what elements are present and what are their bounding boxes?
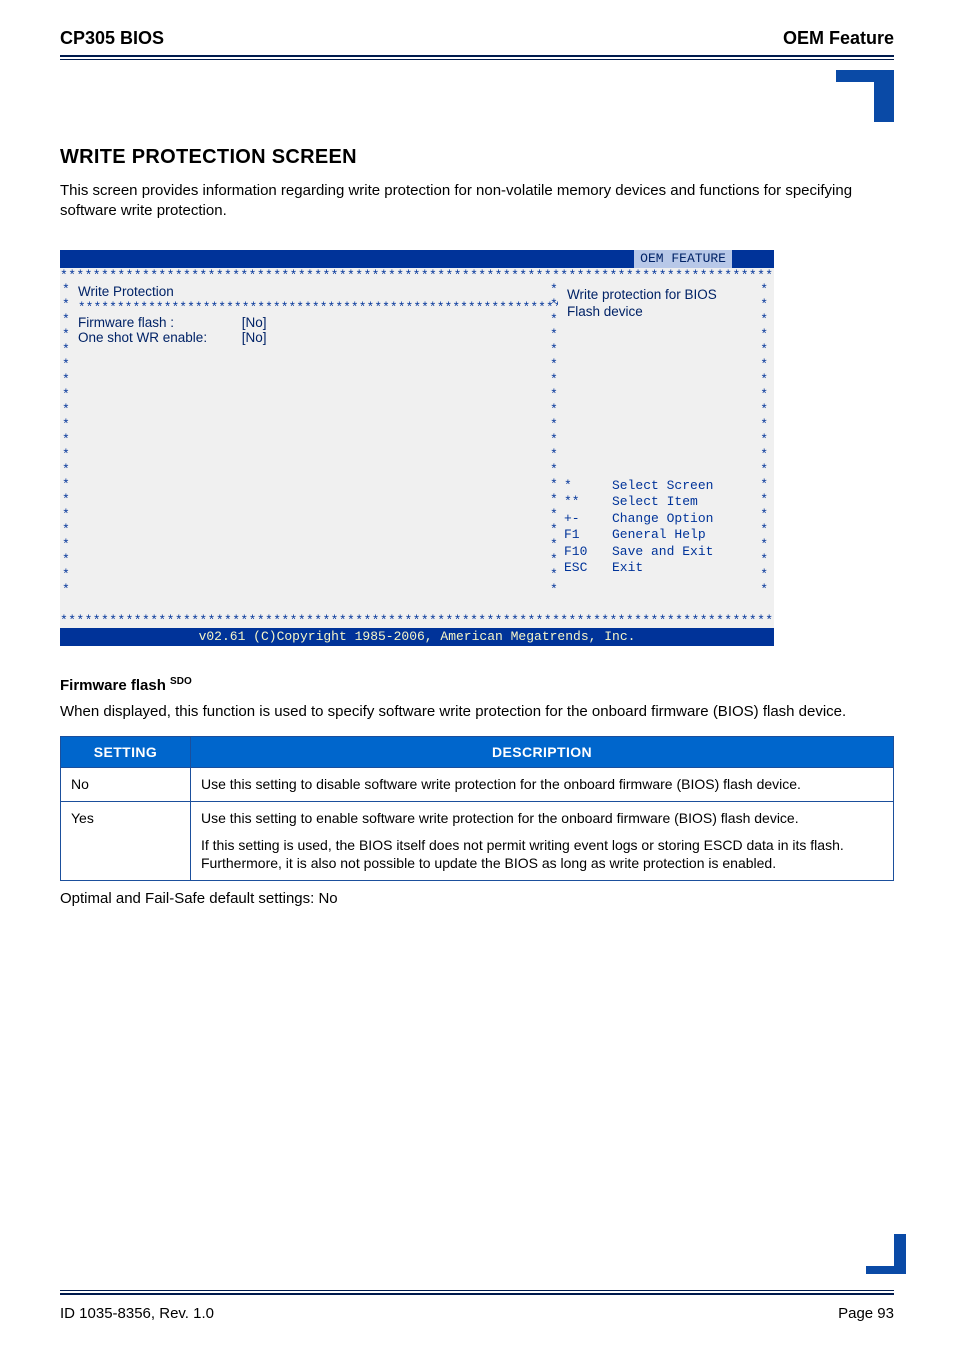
description-cell: Use this setting to disable software wri… (191, 767, 894, 801)
bios-border-right: * * * * * * * * * * * * * * * * * * * * … (760, 282, 768, 597)
table-row: Yes Use this setting to enable software … (61, 801, 894, 881)
bios-border-left: * * * * * * * * * * * * * * * * * * * * … (62, 282, 70, 597)
bios-panel-title: Write Protection (78, 284, 558, 299)
bios-setting-value: [No] (242, 330, 267, 345)
bios-setting-label: One shot WR enable: (78, 330, 238, 345)
header-right: OEM Feature (783, 28, 894, 49)
setting-cell: No (61, 767, 191, 801)
table-header-description: DESCRIPTION (191, 736, 894, 767)
defaults-note: Optimal and Fail-Safe default settings: … (60, 889, 894, 909)
footer-page-number: Page 93 (838, 1305, 894, 1322)
description-cell: Use this setting to enable software writ… (191, 801, 894, 881)
section-title: WRITE PROTECTION SCREEN (60, 146, 894, 169)
bios-titlebar-label: OEM FEATURE (632, 250, 732, 268)
section-intro: This screen provides information regardi… (60, 181, 894, 222)
table-row: No Use this setting to disable software … (61, 767, 894, 801)
bios-screenshot: OEM FEATURE ****************************… (60, 250, 774, 646)
table-header-setting: SETTING (61, 736, 191, 767)
header-left: CP305 BIOS (60, 28, 164, 49)
subsection-sup: SDO (170, 676, 192, 687)
subsection-title: Firmware flash (60, 677, 166, 694)
footer-doc-id: ID 1035-8356, Rev. 1.0 (60, 1305, 214, 1322)
subsection-intro: When displayed, this function is used to… (60, 702, 894, 722)
settings-table: SETTING DESCRIPTION No Use this setting … (60, 736, 894, 882)
bios-setting-firmware-flash[interactable]: Firmware flash : [No] (78, 315, 558, 330)
bios-nav-keys: *Select Screen **Select Item +-Change Op… (564, 478, 713, 577)
bios-help-line: Flash device (567, 303, 752, 320)
bios-setting-value: [No] (242, 315, 267, 330)
bios-setting-label: Firmware flash : (78, 315, 238, 330)
bios-border-bottom: ****************************************… (60, 613, 774, 628)
bios-panel-separator: ****************************************… (78, 301, 558, 315)
setting-cell: Yes (61, 801, 191, 881)
brand-corner-icon (60, 70, 894, 122)
footer-corner-icon (866, 1234, 906, 1278)
bios-border-top: ****************************************… (60, 268, 774, 283)
bios-footer-copyright: v02.61 (C)Copyright 1985-2006, American … (60, 628, 774, 646)
bios-help-line: Write protection for BIOS (567, 286, 752, 303)
bios-setting-one-shot-wr[interactable]: One shot WR enable: [No] (78, 330, 558, 345)
